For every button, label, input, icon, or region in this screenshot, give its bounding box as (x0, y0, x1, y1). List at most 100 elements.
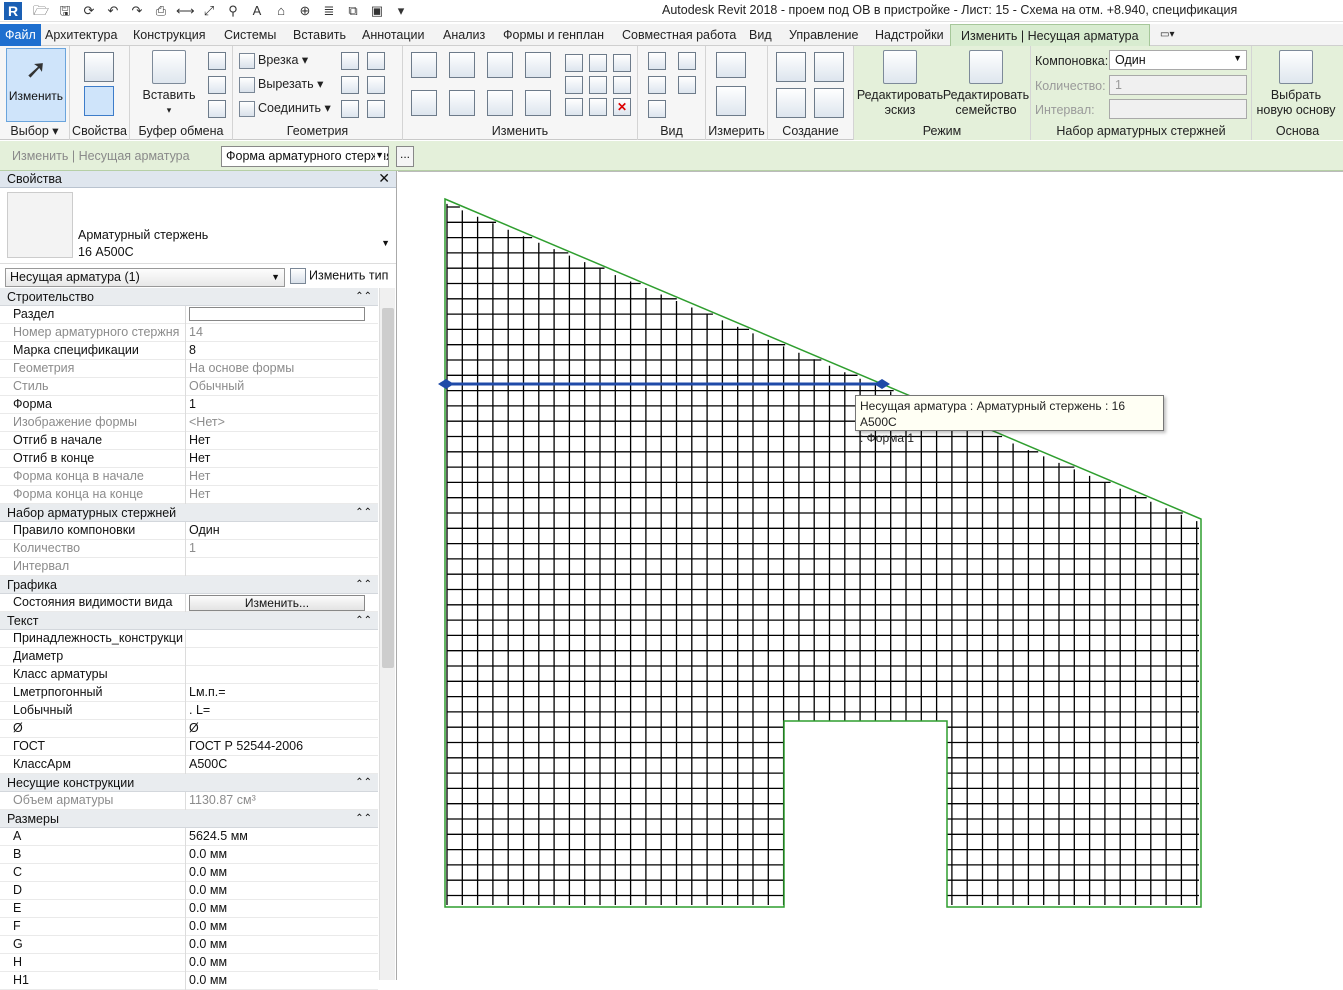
scrollbar-thumb[interactable] (382, 308, 394, 668)
section-icon[interactable]: ⊕ (296, 2, 314, 20)
group-text[interactable]: Текст ⌃⌃ (0, 612, 378, 630)
instance-filter-select[interactable]: Несущая арматура (1) ▼ (5, 268, 285, 287)
property-value[interactable]: 0.0 мм (185, 864, 365, 882)
copy-icon[interactable] (208, 76, 226, 94)
type-selector[interactable]: Арматурный стержень 16 А500С ▼ (0, 188, 396, 264)
tab-collaborate[interactable]: Совместная работа (622, 24, 736, 46)
print-icon[interactable]: ⎙ (152, 2, 170, 20)
trim-single-icon[interactable] (565, 98, 583, 116)
property-value[interactable]: Нет (185, 450, 365, 468)
modify-button[interactable]: ➚ Изменить (6, 48, 66, 122)
match-type-icon[interactable] (208, 100, 226, 118)
paint-icon[interactable] (367, 76, 385, 94)
collapse-icon[interactable]: ⌃⌃ (355, 774, 372, 792)
pin-icon[interactable] (613, 54, 631, 72)
edit-family-button[interactable]: Редактировать семейство (942, 50, 1030, 118)
join-button[interactable]: Соединить ▾ (239, 100, 331, 117)
mirror-axis-icon[interactable] (487, 52, 513, 78)
unpin-icon[interactable] (613, 76, 631, 94)
group-structural[interactable]: Несущие конструкции ⌃⌃ (0, 774, 378, 792)
split-gap-icon[interactable] (589, 54, 607, 72)
measure-between-icon[interactable] (716, 52, 746, 78)
property-value[interactable]: Изменить... (185, 594, 365, 612)
tag-icon[interactable]: ⚲ (224, 2, 242, 20)
customize-qat-icon[interactable]: ▾ (392, 2, 410, 20)
collapse-icon[interactable]: ⌃⌃ (355, 810, 372, 828)
tab-analyze[interactable]: Анализ (443, 24, 485, 46)
property-value[interactable]: Нет (185, 432, 365, 450)
tab-addins[interactable]: Надстройки (875, 24, 944, 46)
tab-insert[interactable]: Вставить (293, 24, 346, 46)
group-rebarset[interactable]: Набор арматурных стержней ⌃⌃ (0, 504, 378, 522)
properties-palette-icon[interactable] (84, 86, 114, 116)
hide-in-view-icon[interactable] (648, 52, 666, 70)
dimension-icon[interactable]: ⤢ (200, 2, 218, 20)
group-construction[interactable]: Строительство ⌃⌃ (0, 288, 378, 306)
demolish-icon[interactable] (341, 76, 359, 94)
paint-view-icon[interactable] (648, 100, 666, 118)
property-value[interactable] (185, 306, 365, 324)
property-value[interactable]: 0.0 мм (185, 882, 365, 900)
property-value[interactable]: Один (185, 522, 365, 540)
trim-extend-icon[interactable] (525, 90, 551, 116)
text-icon[interactable]: A (248, 2, 266, 20)
property-value[interactable]: 0.0 мм (185, 954, 365, 972)
property-value[interactable] (185, 630, 365, 648)
property-value[interactable]: Lм.п.= (185, 684, 365, 702)
thin-lines-icon[interactable]: ≣ (320, 2, 338, 20)
tab-structure[interactable]: Конструкция (133, 24, 206, 46)
property-value[interactable]: 5624.5 мм (185, 828, 365, 846)
cope-button[interactable]: Врезка ▾ (239, 52, 308, 69)
scale-icon[interactable] (589, 76, 607, 94)
create-group-icon[interactable] (776, 88, 806, 118)
collapse-icon[interactable]: ⌃⌃ (355, 576, 372, 594)
property-value[interactable] (185, 648, 365, 666)
visibility-edit-button[interactable]: Изменить... (189, 595, 365, 611)
create-similar-icon[interactable] (814, 88, 844, 118)
tab-file[interactable]: Файл (0, 24, 41, 46)
cut-icon[interactable] (208, 52, 226, 70)
linework-icon[interactable] (648, 76, 666, 94)
wall-joins-icon[interactable] (341, 52, 359, 70)
aligned-dimension-icon[interactable] (716, 86, 746, 116)
collapse-icon[interactable]: ⌃⌃ (355, 504, 372, 522)
copy-element-icon[interactable] (449, 90, 475, 116)
close-icon[interactable]: ✕ (378, 170, 390, 187)
paste-button[interactable]: Вставить ▾ (140, 50, 198, 118)
tab-modify-rebar[interactable]: Изменить | Несущая арматура (950, 24, 1150, 46)
edit-type-button[interactable]: Изменить тип (290, 268, 388, 284)
drawing-canvas[interactable] (398, 171, 1343, 980)
rebar-mesh-drawing[interactable] (398, 172, 1343, 981)
array-icon[interactable] (565, 76, 583, 94)
tab-manage[interactable]: Управление (789, 24, 859, 46)
rebar-end-handle[interactable] (874, 379, 890, 389)
pick-new-host-button[interactable]: Выбрать новую основу (1252, 50, 1340, 118)
tab-massing-site[interactable]: Формы и генплан (503, 24, 604, 46)
property-value[interactable]: 0.0 мм (185, 918, 365, 936)
property-value[interactable] (185, 666, 365, 684)
ribbon-minimize-icon[interactable]: ▭▾ (1160, 24, 1174, 46)
measure-icon[interactable]: ⟷ (176, 2, 195, 20)
property-value[interactable]: Ø (185, 720, 365, 738)
beam-join-icon[interactable] (367, 100, 385, 118)
mirror-draw-icon[interactable] (525, 52, 551, 78)
split-element-icon[interactable] (565, 54, 583, 72)
create-parts-icon[interactable] (776, 52, 806, 82)
delete-icon[interactable]: ✕ (613, 98, 631, 116)
undo-icon[interactable]: ↶ (104, 2, 122, 20)
property-value[interactable]: 0.0 мм (185, 846, 365, 864)
edit-sketch-button[interactable]: Редактировать эскиз (856, 50, 944, 118)
revit-logo-icon[interactable]: R (4, 2, 22, 20)
rebar-shape-select[interactable]: Форма арматурного стержня ▼ (221, 146, 389, 167)
open-icon[interactable]: 🗁 (32, 2, 50, 20)
redo-icon[interactable]: ↷ (128, 2, 146, 20)
property-value[interactable]: ГОСТ Р 52544-2006 (185, 738, 365, 756)
view-range-icon[interactable] (678, 76, 696, 94)
property-value[interactable]: . L= (185, 702, 365, 720)
property-value[interactable]: 1 (185, 396, 365, 414)
offset-icon[interactable] (449, 52, 475, 78)
group-dimensions[interactable]: Размеры ⌃⌃ (0, 810, 378, 828)
join-roof-icon[interactable] (341, 100, 359, 118)
panel-select-label[interactable]: Выбор ▾ (0, 123, 69, 138)
trim-multiple-icon[interactable] (589, 98, 607, 116)
